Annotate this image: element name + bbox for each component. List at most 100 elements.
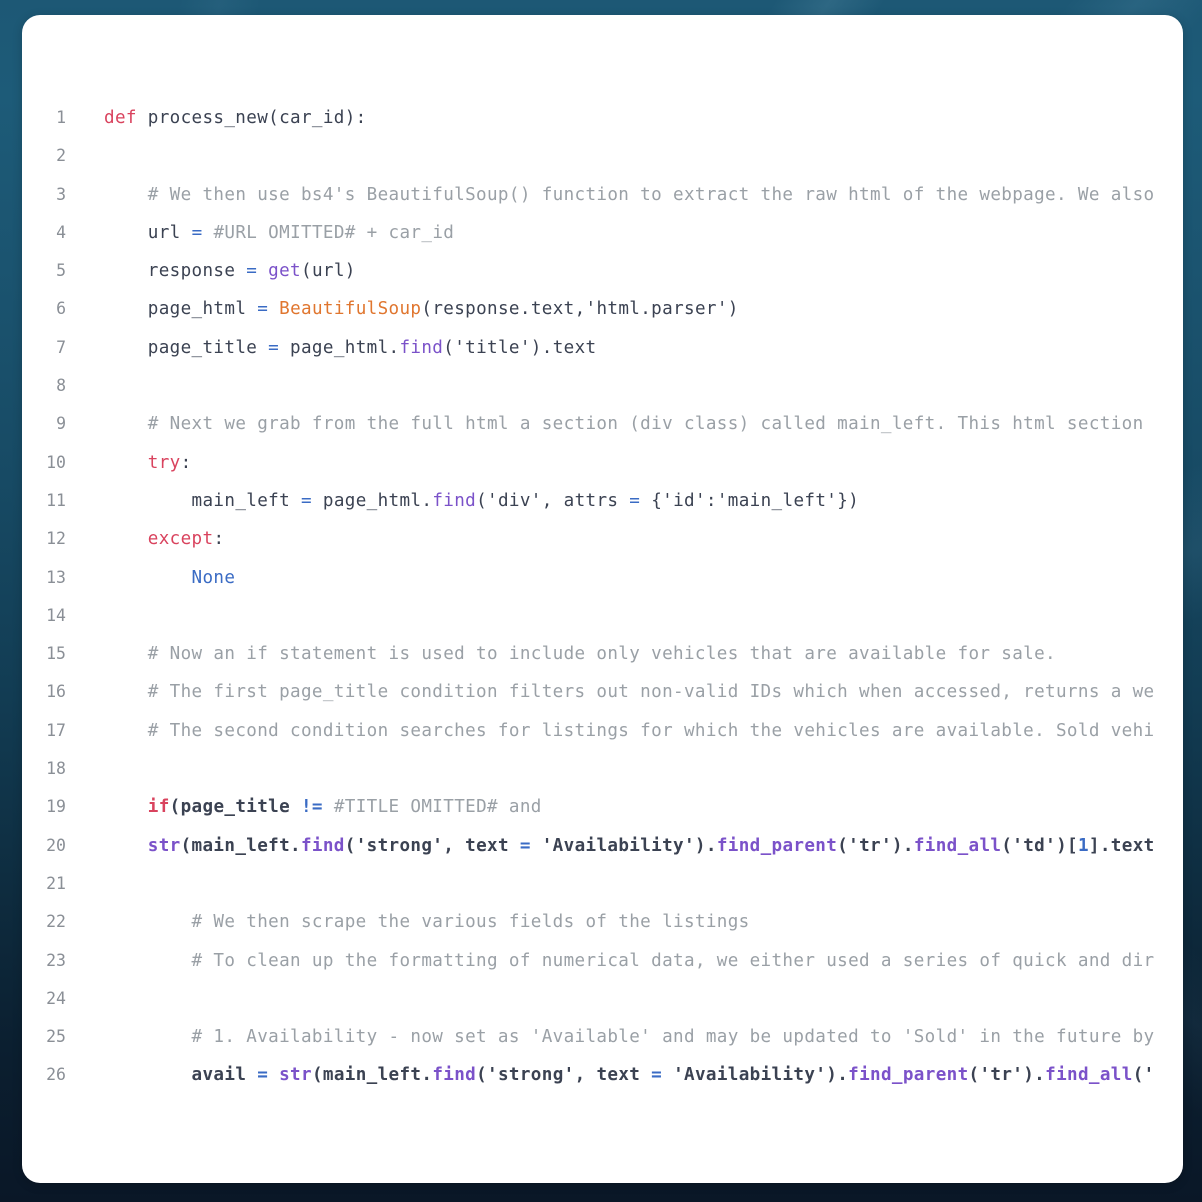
code-token: str (279, 1065, 312, 1086)
code-text: if(page_title != #TITLE OMITTED# and (104, 788, 542, 826)
code-lines-container: 1 def process_new(car_id): 2 3 # We then us… (22, 99, 1183, 1095)
screenshot-root: 1 def process_new(car_id): 2 3 # We then us… (0, 0, 1202, 1202)
line-number: 18 (46, 759, 66, 779)
code-token: # The first page_title condition filters… (147, 682, 1155, 703)
code-text: page_title = page_html.find('title').tex… (104, 329, 596, 367)
code-token: find_parent (848, 1065, 969, 1086)
line-number: 4 (56, 222, 66, 242)
line-number: 14 (46, 605, 66, 625)
code-viewport[interactable]: 1 def process_new(car_id): 2 3 # We then us… (22, 15, 1183, 1183)
code-token: find_all (1045, 1065, 1133, 1086)
code-token: = (629, 490, 641, 511)
code-token: = (246, 261, 258, 282)
code-text: # We then use bs4's BeautifulSoup() func… (104, 176, 1154, 214)
code-token: # To clean up the formatting of numerica… (191, 950, 1155, 971)
code-line: 3 # We then use bs4's BeautifulSoup() fu… (22, 176, 1183, 214)
line-number: 6 (56, 299, 66, 319)
code-line: 13 None (22, 559, 1183, 597)
code-line: 7 page_title = page_html.find('title').t… (22, 329, 1183, 367)
code-token: ('td')[ (1001, 835, 1078, 856)
code-line: 24 (22, 980, 1183, 1018)
code-token: ('div', attrs (476, 490, 630, 511)
code-line: 18 (22, 750, 1183, 788)
code-token: = (300, 490, 312, 511)
code-text: def process_new(car_id): (104, 99, 367, 137)
line-number: 23 (46, 950, 66, 970)
code-token: find (432, 490, 477, 511)
code-card: 1 def process_new(car_id): 2 3 # We then us… (22, 15, 1183, 1183)
line-number: 5 (56, 261, 66, 281)
code-token: response (147, 261, 247, 282)
code-token: page_html. (279, 337, 400, 358)
code-line: 4 url = #URL OMITTED# + car_id (22, 214, 1183, 252)
code-text: main_left = page_html.find('div', attrs … (104, 482, 859, 520)
line-number: 1 (56, 108, 66, 127)
line-number: 10 (46, 452, 66, 472)
code-token: {'id':'main_left'}) (640, 490, 860, 511)
code-line: 2 (22, 137, 1183, 175)
line-number: 15 (46, 644, 66, 664)
code-line: 6 page_html = BeautifulSoup(response.tex… (22, 290, 1183, 328)
code-token: url (147, 222, 192, 243)
code-token: ('tr'). (837, 835, 914, 856)
code-text: page_html = BeautifulSoup(response.text,… (104, 290, 739, 328)
line-number: 25 (46, 1027, 66, 1047)
code-text: # 1. Availability - now set as 'Availabl… (104, 1018, 1155, 1056)
code-token: != (300, 797, 323, 818)
code-line: 25 # 1. Availability - now set as 'Avail… (22, 1018, 1183, 1056)
code-token: = (191, 222, 203, 243)
code-token: ('strong', text (476, 1065, 652, 1086)
code-token: ].text (1088, 835, 1155, 856)
line-number: 7 (56, 337, 66, 357)
code-token: (' (1132, 1065, 1155, 1086)
line-number: 21 (46, 873, 66, 893)
code-token: find (399, 337, 444, 358)
code-token: 1 (1077, 835, 1089, 856)
code-line: 20 str(main_left.find('strong', text = '… (22, 827, 1183, 865)
code-text: url = #URL OMITTED# + car_id (104, 214, 454, 252)
code-token: (main_left. (180, 835, 301, 856)
code-line: 12 except: (22, 520, 1183, 558)
code-token: process_new(car_id): (136, 108, 367, 128)
code-text: # We then scrape the various fields of t… (104, 903, 750, 941)
code-line: 26 avail = str(main_left.find('strong', … (22, 1056, 1183, 1094)
code-token: : (213, 529, 225, 550)
code-token: # Now an if statement is used to include… (147, 644, 1056, 665)
code-token: get (268, 261, 301, 282)
line-number: 13 (46, 567, 66, 587)
code-token: (page_title (169, 797, 301, 818)
code-text: # The first page_title condition filters… (104, 673, 1154, 711)
line-number: 8 (56, 376, 66, 396)
code-line: 10 try: (22, 444, 1183, 482)
code-token: ('strong', text (344, 835, 520, 856)
code-line: 17 # The second condition searches for l… (22, 712, 1183, 750)
code-text: # To clean up the formatting of numerica… (104, 942, 1155, 980)
code-line: 22 # We then scrape the various fields o… (22, 903, 1183, 941)
line-number: 19 (46, 797, 66, 817)
code-token: avail (191, 1065, 258, 1086)
code-token: page_html. (311, 490, 433, 511)
code-token: ('title').text (443, 337, 597, 358)
code-token: = (257, 1065, 269, 1086)
code-text: None (104, 559, 235, 597)
code-token: # 1. Availability - now set as 'Availabl… (191, 1027, 1155, 1048)
code-text: # Now an if statement is used to include… (104, 635, 1056, 673)
code-token: if (147, 797, 170, 818)
code-token: main_left (191, 490, 301, 511)
code-token: (main_left. (311, 1065, 433, 1086)
code-text: response = get(url) (104, 252, 356, 290)
